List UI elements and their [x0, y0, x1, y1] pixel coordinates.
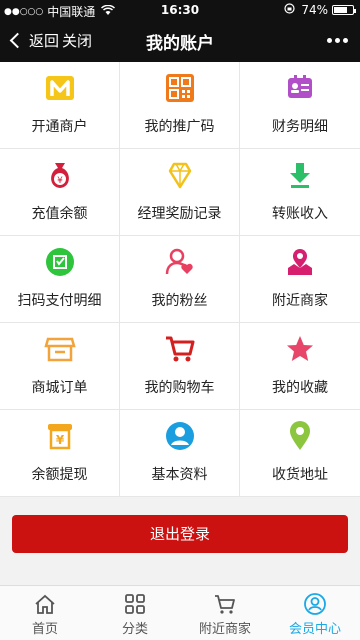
battery-fill — [334, 7, 347, 13]
tab-label: 分类 — [121, 622, 148, 637]
grid-item-label: 附近商家 — [272, 293, 328, 309]
star-icon — [284, 333, 316, 365]
svg-text:¥: ¥ — [56, 433, 65, 447]
more-dot-icon — [343, 38, 348, 43]
back-label: 返回 — [29, 32, 60, 50]
grid-item[interactable]: 我的推广码 — [120, 62, 240, 149]
cart-icon — [213, 592, 237, 616]
grid-item-label: 我的推广码 — [144, 119, 215, 135]
status-right: 74% — [284, 3, 356, 17]
grid-item-label: 开通商户 — [31, 119, 88, 135]
store-icon — [44, 333, 76, 365]
tab-label: 附近商家 — [198, 622, 251, 637]
m-logo-icon — [44, 72, 76, 104]
map-pin-icon — [284, 246, 316, 278]
grid-item[interactable]: 商城订单 — [0, 323, 120, 410]
tab-bar: 首页 分类 附近商家 会员中心 — [0, 585, 360, 640]
grid-item-label: 转账收入 — [272, 206, 328, 222]
grid-item-label: 我的粉丝 — [151, 293, 208, 309]
tab-item[interactable]: 分类 — [90, 586, 180, 640]
grid-item-label: 扫码支付明细 — [17, 293, 102, 309]
more-dot-icon — [335, 38, 340, 43]
grid-item[interactable]: 附近商家 — [240, 236, 360, 323]
download-arrow-icon — [284, 159, 316, 191]
close-button[interactable]: 关闭 — [62, 30, 92, 51]
home-icon — [33, 592, 57, 616]
grid-item[interactable]: 财务明细 — [240, 62, 360, 149]
tab-item[interactable]: 附近商家 — [180, 586, 270, 640]
tab-item[interactable]: 会员中心 — [270, 586, 360, 640]
grid-item-label: 基本资料 — [151, 467, 208, 483]
grid-item[interactable]: 我的粉丝 — [120, 236, 240, 323]
more-dot-icon — [327, 38, 332, 43]
money-bag-icon: ¥ — [44, 159, 76, 191]
qr-code-icon — [164, 72, 196, 104]
cart-icon — [164, 333, 196, 365]
grid-item-label: 经理奖励记录 — [137, 206, 222, 222]
tab-label: 会员中心 — [288, 622, 341, 637]
grid-item[interactable]: 开通商户 — [0, 62, 120, 149]
diamond-icon — [164, 159, 196, 191]
yuan-withdraw-icon: ¥ — [44, 420, 76, 452]
feature-grid: 开通商户 我的推广码 财务明细 ¥ 充值余额 经理奖励记录 转账收入扫码支付明细 我的粉丝 附近… — [0, 62, 360, 497]
grid-item[interactable]: 转账收入 — [240, 149, 360, 236]
grid-item[interactable]: 扫码支付明细 — [0, 236, 120, 323]
nav-bar: 返回 关闭 我的账户 — [0, 20, 360, 62]
grid-item[interactable]: 我的购物车 — [120, 323, 240, 410]
location-icon — [284, 420, 316, 452]
grid-item-label: 我的收藏 — [272, 380, 328, 396]
more-button[interactable] — [327, 38, 348, 43]
tab-item[interactable]: 首页 — [0, 586, 90, 640]
grid-item-label: 商城订单 — [31, 380, 88, 396]
grid-item[interactable]: 基本资料 — [120, 410, 240, 497]
back-button[interactable]: 返回 — [8, 30, 59, 51]
chevron-left-icon — [9, 32, 26, 49]
grid-item-label: 我的购物车 — [144, 380, 215, 396]
status-bar: ●●○○○ 中国联通 16:30 74% — [0, 0, 360, 20]
rotation-lock-icon — [284, 3, 295, 17]
battery-icon — [332, 5, 356, 15]
grid-item-label: 充值余额 — [31, 206, 88, 222]
grid-item[interactable]: ¥ 充值余额 — [0, 149, 120, 236]
scan-pay-icon — [44, 246, 76, 278]
grid-item[interactable]: 我的收藏 — [240, 323, 360, 410]
svg-text:¥: ¥ — [57, 176, 63, 186]
grid-item[interactable]: 收货地址 — [240, 410, 360, 497]
battery-percent: 74% — [301, 3, 328, 17]
grid-item[interactable]: 经理奖励记录 — [120, 149, 240, 236]
grid-item-label: 余额提现 — [31, 467, 88, 483]
profile-icon — [164, 420, 196, 452]
grid-item-label: 收货地址 — [272, 467, 328, 483]
id-card-icon — [284, 72, 316, 104]
member-icon — [303, 592, 327, 616]
logout-button[interactable]: 退出登录 — [12, 515, 348, 553]
tab-label: 首页 — [31, 622, 58, 637]
fans-icon — [164, 246, 196, 278]
grid-item[interactable]: ¥ 余额提现 — [0, 410, 120, 497]
grid-item-label: 财务明细 — [272, 119, 328, 135]
category-icon — [123, 592, 147, 616]
